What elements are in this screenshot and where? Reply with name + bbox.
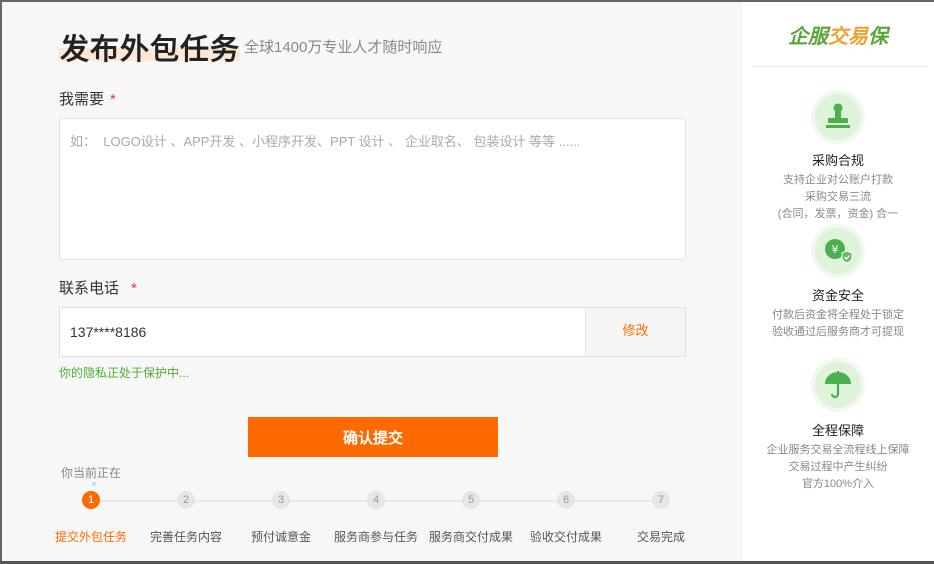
stamp-icon [815,94,861,140]
guarantee-sidebar: 企服交易保 采购合规 支持企业对公账户打款 采购交易三流 (合同，发票，资金) … [742,2,934,561]
feature-title-compliance: 采购合规 [811,153,864,168]
step-indicator-4: 4 [367,491,385,509]
feature-desc-fund-safety: 付款后资金将全程处于锁定 验收通过后服务商才可提现 [772,309,904,338]
phone-label: 联系电话 [59,280,120,297]
need-textarea[interactable] [60,119,685,259]
need-label: 我需要 [59,91,105,108]
feature-desc-compliance: 支持企业对公账户打款 采购交易三流 (合同，发票，资金) 合一 [777,174,899,220]
current-step-arrow-icon: ▼ [90,480,98,489]
feature-desc-full-guarantee: 企业服务交易全流程线上保障 交易过程中产生纠纷 官方100%介入 [766,444,910,490]
brand-text-2: 交易 [828,26,868,48]
step-label-7: 交易完成 [636,530,685,544]
phone-input[interactable] [60,308,585,356]
step-indicator-3: 3 [272,491,290,509]
brand-logo: 企服交易保 [742,20,934,49]
phone-label-row: 联系电话 * [59,277,137,298]
submit-button[interactable]: 确认提交 [248,417,498,457]
page-title: 发布外包任务 [60,34,241,66]
brand-text-1: 企服 [788,26,828,48]
sidebar-divider [752,66,928,67]
step-label-5: 服务商交付成果 [428,530,513,544]
publish-task-panel: 发布外包任务 全球1400万专业人才随时响应 我需要 * 联系电话 * 修改 你的隐… [2,2,742,561]
yuan-shield-icon: ¥ [815,228,861,274]
step-label-2: 完善任务内容 [149,530,222,544]
step-indicator-2: 2 [177,491,195,509]
required-mark: * [110,91,116,108]
step-indicator-5: 5 [462,491,480,509]
need-label-row: 我需要 * [59,88,116,109]
umbrella-icon [815,362,861,408]
step-label-6: 验收交付成果 [529,530,602,544]
required-mark: * [131,280,137,297]
brand-text-3: 保 [868,26,888,48]
svg-text:¥: ¥ [832,243,839,256]
privacy-notice: 你的隐私正处于保护中... [59,366,190,380]
step-label-3: 预付诚意金 [250,530,311,544]
step-indicator-6: 6 [557,491,575,509]
step-label-1: 提交外包任务 [54,530,127,544]
feature-title-full-guarantee: 全程保障 [811,423,864,438]
modify-phone-button[interactable]: 修改 [585,308,685,356]
step-indicator-7: 7 [652,491,670,509]
feature-title-fund-safety: 资金安全 [811,288,864,303]
need-textarea-wrap [59,118,686,260]
step-indicator-1: 1 [82,491,100,509]
phone-field-row: 修改 [59,307,686,357]
step-label-4: 服务商参与任务 [333,530,418,544]
page-subtitle: 全球1400万专业人才随时响应 [244,39,443,56]
current-step-label: 你当前正在 [61,466,122,480]
